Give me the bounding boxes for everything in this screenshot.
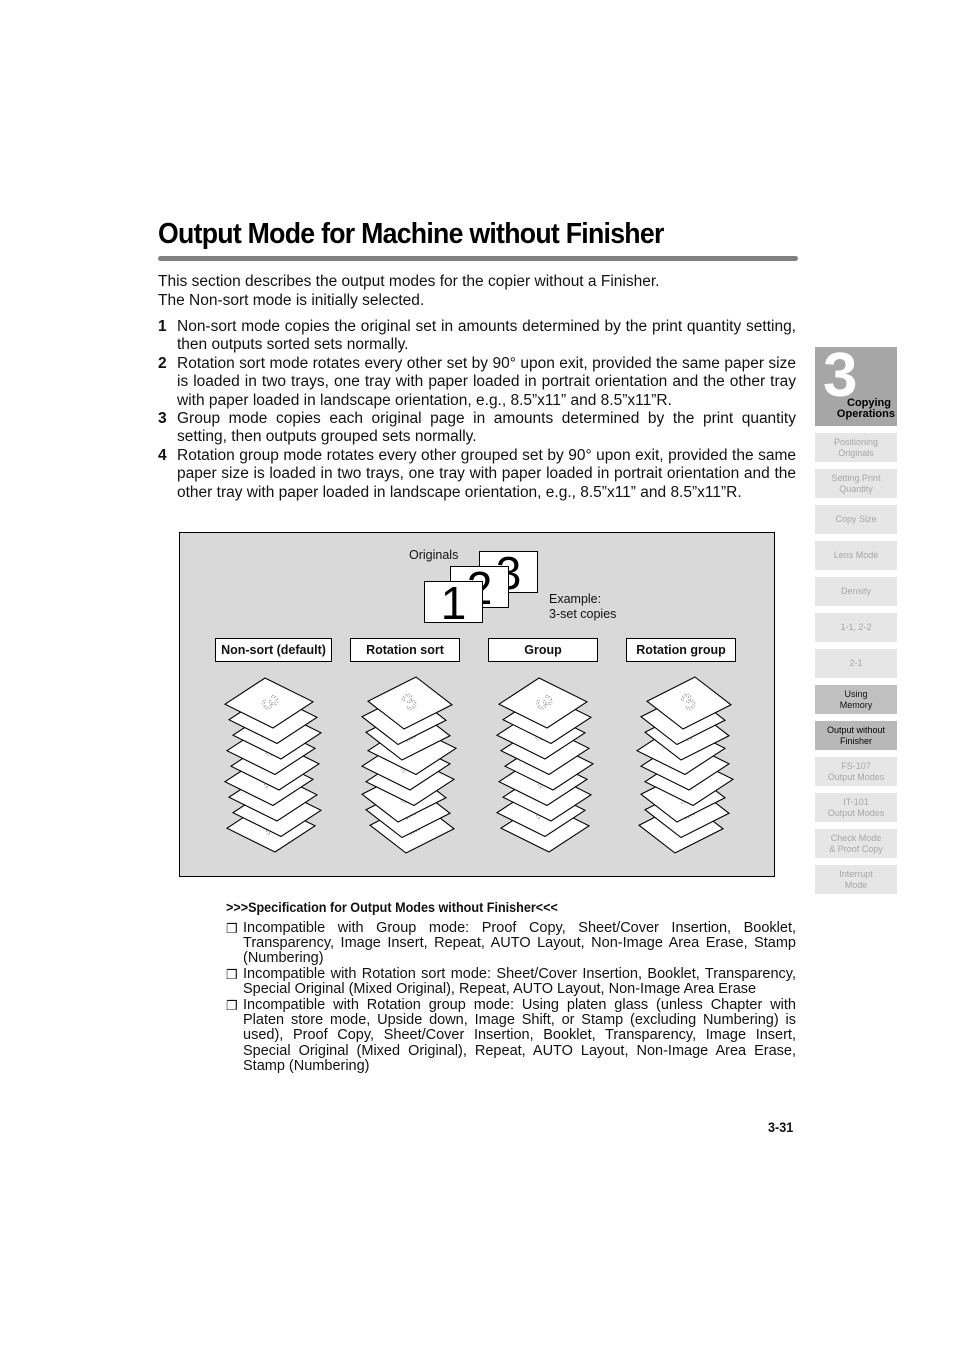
spec-item: ❒ Incompatible with Rotation sort mode: S… [226,966,796,998]
side-nav-item[interactable]: Copy Size [815,505,897,534]
paper-stack: 123123123 [223,677,323,853]
paper-stacks-drawing: 123123123 123123123 111222333 111222333 [223,676,735,854]
side-nav-item[interactable]: Lens Mode [815,541,897,570]
step-number: 3 [158,410,167,428]
spec-section: >>>Specification for Output Modes withou… [226,899,796,1075]
checkbox-bullet-icon: ❒ [226,967,238,983]
spec-item: ❒ Incompatible with Rotation group mode: … [226,997,796,1074]
step-number: 1 [158,318,167,335]
side-nav-item[interactable]: Setting Print Quantity [815,469,897,498]
side-nav-item[interactable]: IT-101 Output Modes [815,793,897,822]
paper-stack: 111222333 [495,677,595,853]
step-text: Group mode copies each original page in … [177,410,796,446]
side-nav-item[interactable]: Output without Finisher [815,721,897,750]
spec-text: Incompatible with Rotation sort mode: Sh… [243,966,796,998]
side-nav-items: Positioning Originals Setting Print Quant… [815,433,897,894]
side-nav-item[interactable]: Positioning Originals [815,433,897,462]
spec-title: >>>Specification for Output Modes withou… [226,899,558,915]
intro-line: This section describes the output modes … [158,273,660,290]
page-number: 3-31 [768,1119,794,1135]
side-nav-item[interactable]: Using Memory [815,685,897,714]
step-text: Rotation sort mode rotates every other s… [177,354,796,409]
intro: This section describes the output modes … [158,272,798,310]
side-nav-item[interactable]: Interrupt Mode [815,865,897,894]
step-number: 2 [158,354,167,372]
spec-list: ❒ Incompatible with Group mode: Proof Cop… [226,920,796,1074]
page-title: Output Mode for Machine without Finisher [158,218,664,250]
chapter-side-nav: 3 Copying Operations Positioning Origina… [815,343,897,901]
steps-list: 1 Non-sort mode copies the original set i… [158,318,796,502]
paper-stack: 111222333 [635,676,735,854]
spec-item: ❒ Incompatible with Group mode: Proof Cop… [226,920,796,967]
output-mode-figure: Originals 3 2 1 Example: 3-set copies No… [179,532,775,877]
paper-stack: 123123123 [360,676,458,854]
step-item: 4 Rotation group mode rotates every other… [158,447,796,502]
side-nav-item[interactable]: 1-1, 2-2 [815,613,897,642]
side-nav-item[interactable]: FS-107 Output Modes [815,757,897,786]
step-number: 4 [158,446,167,464]
step-item: 1 Non-sort mode copies the original set i… [158,318,796,355]
side-nav-item[interactable]: Check Mode & Proof Copy [815,829,897,858]
spec-text: Incompatible with Group mode: Proof Copy… [243,920,796,967]
chapter-label: Copying Operations [837,398,895,420]
chapter-label-line: Operations [836,408,895,420]
chapter-tab[interactable]: 3 Copying Operations [815,343,897,426]
step-item: 3 Group mode copies each original page in… [158,410,796,447]
title-rule [158,256,798,261]
step-item: 2 Rotation sort mode rotates every other … [158,355,796,410]
side-nav-item[interactable]: Density [815,577,897,606]
spec-text: Incompatible with Rotation group mode: U… [243,997,796,1074]
side-nav-item[interactable]: 2-1 [815,649,897,678]
checkbox-bullet-icon: ❒ [226,921,238,936]
step-text: Rotation group mode rotates every other … [177,446,796,501]
step-text: Non-sort mode copies the original set in… [177,318,796,354]
checkbox-bullet-icon: ❒ [226,998,238,1014]
intro-line: The Non-sort mode is initially selected. [158,292,425,309]
